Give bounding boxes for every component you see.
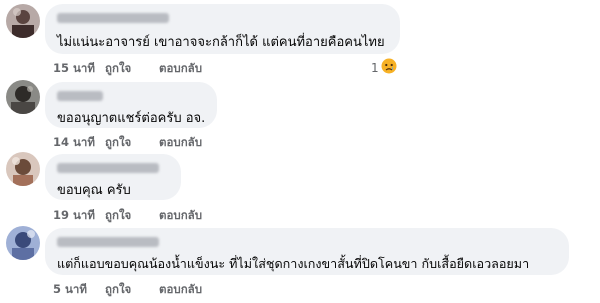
like-button[interactable]: ถูกใจ [105, 60, 155, 78]
comment-text: แต่ก็แอบขอบคุณน้องน้ำแข็งนะ ที่ไม่ใส่ชุด… [57, 256, 530, 271]
avatar[interactable] [6, 226, 40, 260]
comment-text: ไม่แน่นะอาจารย์ เขาอาจจะกล้าก็ได้ แต่คนท… [57, 35, 385, 50]
comment-text: ขออนุญาตแชร์ต่อครับ อจ. [57, 111, 206, 126]
comment-time[interactable]: 15 นาที [53, 60, 101, 78]
author-name-blurred[interactable] [57, 91, 103, 101]
reaction-summary[interactable]: 1 [371, 58, 397, 77]
reply-button[interactable]: ตอบกลับ [159, 134, 202, 152]
comment-time[interactable]: 14 นาที [53, 134, 101, 152]
like-button[interactable]: ถูกใจ [105, 281, 155, 299]
comment-actions: 15 นาที ถูกใจ ตอบกลับ [53, 60, 202, 78]
author-name-blurred[interactable] [57, 163, 159, 173]
comment-time[interactable]: 19 นาที [53, 207, 101, 225]
comment-actions: 19 นาที ถูกใจ ตอบกลับ [53, 207, 202, 225]
comment-bubble: ขอบคุณ ครับ [45, 154, 181, 200]
comment-actions: 5 นาที ถูกใจ ตอบกลับ [53, 281, 202, 299]
comment-bubble: ไม่แน่นะอาจารย์ เขาอาจจะกล้าก็ได้ แต่คนท… [45, 4, 400, 54]
reply-button[interactable]: ตอบกลับ [159, 281, 202, 299]
reply-button[interactable]: ตอบกลับ [159, 60, 202, 78]
comment-bubble: ขออนุญาตแชร์ต่อครับ อจ. [45, 82, 217, 128]
author-name-blurred[interactable] [57, 237, 159, 247]
reply-button[interactable]: ตอบกลับ [159, 207, 202, 225]
comment-actions: 14 นาที ถูกใจ ตอบกลับ [53, 134, 202, 152]
comment-time[interactable]: 5 นาที [53, 281, 101, 299]
author-name-blurred[interactable] [57, 13, 169, 23]
avatar[interactable] [6, 4, 40, 38]
avatar[interactable] [6, 80, 40, 114]
comment-text: ขอบคุณ ครับ [57, 183, 131, 198]
like-button[interactable]: ถูกใจ [105, 134, 155, 152]
avatar[interactable] [6, 152, 40, 186]
comment-bubble: แต่ก็แอบขอบคุณน้องน้ำแข็งนะ ที่ไม่ใส่ชุด… [45, 228, 569, 275]
like-button[interactable]: ถูกใจ [105, 207, 155, 225]
reaction-count: 1 [371, 60, 379, 75]
sad-face-icon [381, 58, 397, 77]
